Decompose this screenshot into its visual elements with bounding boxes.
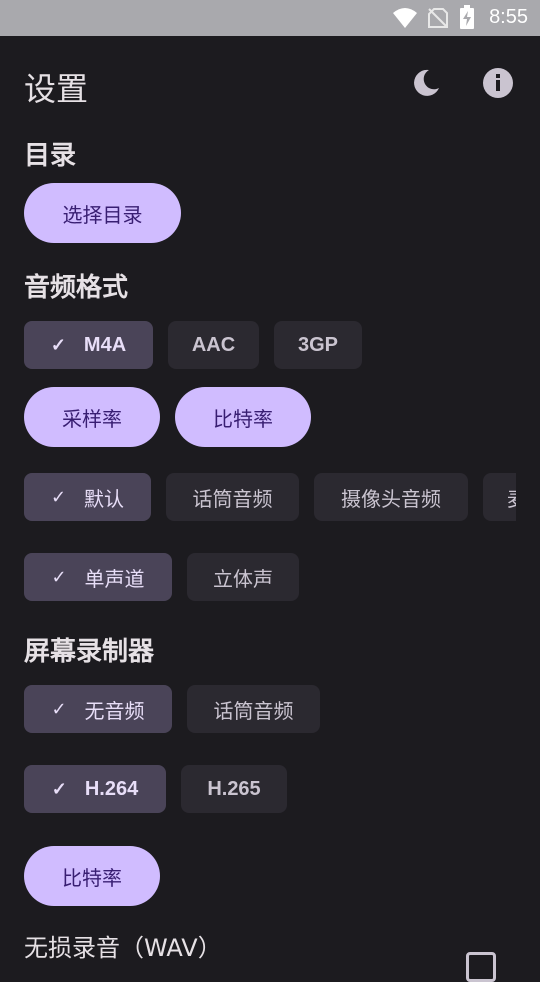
status-time: 8:55: [489, 6, 528, 28]
source-chip-more[interactable]: 麦: [483, 473, 516, 521]
chip-label: AAC: [191, 333, 236, 356]
status-bar: 8:55: [0, 0, 540, 36]
moon-icon[interactable]: [409, 66, 443, 100]
top-app-bar: 设置: [0, 36, 540, 132]
wifi-icon: [393, 8, 417, 28]
directory-section-title: 目录: [24, 141, 77, 171]
audio-format-section-title: 音频格式: [24, 273, 129, 303]
chip-label: 立体声: [213, 566, 273, 591]
codec-chip-h265[interactable]: H.265: [181, 765, 287, 813]
select-directory-button[interactable]: 选择目录: [24, 183, 181, 243]
chip-label: 默认: [84, 486, 125, 511]
source-chip-mic[interactable]: 话筒音频: [166, 473, 299, 521]
info-icon[interactable]: [481, 66, 515, 100]
check-icon: ✓: [50, 334, 66, 355]
check-icon: ✓: [51, 698, 67, 720]
chip-label: 话筒音频: [213, 698, 294, 723]
check-icon: ✓: [51, 778, 67, 799]
no-sim-icon: [428, 8, 448, 28]
recorder-bitrate-button[interactable]: 比特率: [24, 846, 160, 906]
check-icon: ✓: [51, 566, 67, 588]
channel-chip-mono[interactable]: ✓ 单声道: [24, 553, 172, 601]
audio-source-chip-row: ✓ 默认 话筒音频 摄像头音频 麦: [24, 0, 516, 960]
format-chip-m4a[interactable]: ✓ M4A: [24, 321, 153, 369]
chip-label: 单声道: [84, 566, 145, 591]
check-icon: ✓: [50, 486, 67, 508]
page-title: 设置: [24, 70, 89, 108]
source-chip-camera[interactable]: 摄像头音频: [314, 473, 468, 521]
channel-chip-stereo[interactable]: 立体声: [187, 553, 299, 601]
recorder-audio-chip-none[interactable]: ✓ 无音频: [24, 685, 172, 733]
chip-label: 摄像头音频: [341, 486, 441, 511]
chip-label: M4A: [83, 333, 127, 356]
sample-rate-button[interactable]: 采样率: [24, 387, 160, 447]
chip-label: H.265: [207, 777, 261, 800]
chip-label: 3GP: [297, 333, 339, 356]
format-chip-aac[interactable]: AAC: [168, 321, 259, 369]
source-chip-default[interactable]: ✓ 默认: [24, 473, 151, 521]
chip-label: 话筒音频: [192, 486, 273, 511]
screen-recorder-section-title: 屏幕录制器: [24, 637, 155, 667]
battery-charging-icon: [460, 5, 474, 29]
recorder-audio-chip-mic[interactable]: 话筒音频: [187, 685, 320, 733]
chip-label: 麦: [507, 483, 516, 512]
codec-chip-h264[interactable]: ✓ H.264: [24, 765, 166, 813]
chip-label: H.264: [84, 777, 139, 800]
format-chip-3gp[interactable]: 3GP: [274, 321, 362, 369]
lossless-wav-label: 无损录音（WAV）: [24, 934, 222, 962]
chip-label: 无音频: [84, 698, 145, 723]
lossless-wav-checkbox[interactable]: [466, 952, 496, 982]
audio-bitrate-button[interactable]: 比特率: [175, 387, 311, 447]
